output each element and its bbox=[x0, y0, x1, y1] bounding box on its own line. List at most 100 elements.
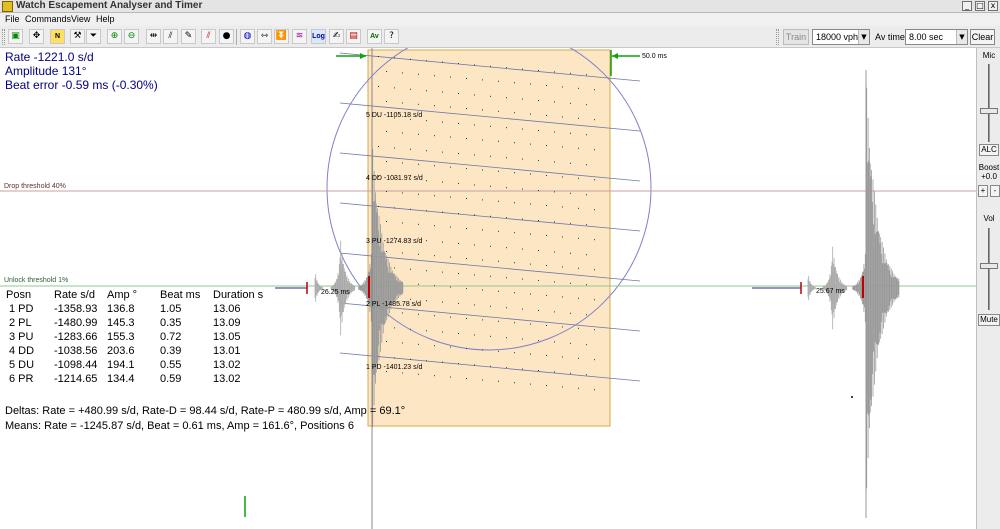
mic-slider[interactable] bbox=[988, 64, 990, 142]
trace-dot bbox=[434, 165, 435, 167]
drop-icon[interactable]: ● bbox=[219, 29, 234, 44]
pen-icon[interactable]: ✎ bbox=[181, 29, 196, 44]
trace-dot bbox=[442, 211, 443, 213]
record-icon[interactable]: ▣ bbox=[8, 29, 23, 44]
trace-dot bbox=[530, 323, 531, 325]
alc-button[interactable]: ALC bbox=[979, 144, 999, 156]
trace-dot bbox=[546, 265, 547, 266]
trace-dot bbox=[458, 153, 459, 154]
trace-dot bbox=[522, 218, 523, 220]
trace-dot bbox=[594, 359, 595, 361]
unlock-threshold-label: Unlock threshold 1% bbox=[4, 277, 69, 284]
header-beat: Beat ms bbox=[160, 289, 201, 301]
trace-dot bbox=[562, 236, 563, 238]
trace-dot bbox=[442, 181, 443, 183]
vph-select[interactable]: 18000 vph ▼ bbox=[812, 29, 870, 45]
trace-dot bbox=[554, 131, 555, 133]
slash-icon[interactable]: ⫽ bbox=[163, 29, 178, 44]
trace-dot bbox=[394, 207, 395, 209]
trace-dot bbox=[482, 319, 483, 321]
header-duration: Duration s bbox=[213, 289, 264, 301]
trace-dot bbox=[386, 101, 387, 102]
trace-dot bbox=[426, 270, 427, 272]
chart-icon[interactable]: ▤ bbox=[346, 29, 361, 44]
trace-dot bbox=[570, 102, 571, 104]
wrench-icon[interactable]: ⚒ bbox=[70, 29, 85, 44]
log-button[interactable]: Log bbox=[311, 29, 326, 44]
trace-dot bbox=[474, 244, 475, 246]
menu-help[interactable]: Help bbox=[96, 13, 115, 26]
av-button[interactable]: Av bbox=[367, 29, 382, 44]
filter-icon[interactable]: ⏷ bbox=[86, 29, 101, 44]
menu-commands[interactable]: Commands bbox=[25, 13, 71, 26]
table-cell: 0.72 bbox=[160, 331, 182, 343]
arrows-icon[interactable]: ⇿ bbox=[257, 29, 272, 44]
toolbar: ▣ ✥ N ⚒ ⏷ ⊕ ⊖ ⇹ ⫽ ✎ ⫽ ● ◍ ⇿ ⏬ ≋ Log ✍ ▤ … bbox=[0, 26, 1000, 48]
n-button[interactable]: N bbox=[50, 29, 65, 44]
edit-icon[interactable]: ✍ bbox=[329, 29, 344, 44]
trace-dot bbox=[434, 135, 435, 137]
move-icon[interactable]: ✥ bbox=[29, 29, 44, 44]
table-cell: 13.06 bbox=[213, 303, 241, 315]
trace-dot bbox=[562, 356, 563, 358]
funnel-icon[interactable]: ⏬ bbox=[274, 29, 289, 44]
mute-button[interactable]: Mute bbox=[978, 314, 1000, 326]
maximize-button[interactable]: □ bbox=[975, 1, 985, 11]
trace-dot bbox=[490, 155, 491, 157]
red-slash-icon[interactable]: ⫽ bbox=[201, 29, 216, 44]
trace-dot bbox=[474, 364, 475, 366]
avtime-select[interactable]: 8.00 sec ▼ bbox=[905, 29, 968, 45]
mic-slider-thumb[interactable] bbox=[980, 108, 998, 114]
trace-dot bbox=[498, 320, 499, 322]
globe-icon[interactable]: ◍ bbox=[240, 29, 255, 44]
close-button[interactable]: x bbox=[988, 1, 998, 11]
menu-view[interactable]: View bbox=[71, 13, 90, 26]
split-icon[interactable]: ⇹ bbox=[146, 29, 161, 44]
trace-dot bbox=[426, 210, 427, 212]
trace-dot bbox=[594, 269, 595, 271]
help-icon[interactable]: ? bbox=[384, 29, 399, 44]
vol-slider-thumb[interactable] bbox=[980, 263, 998, 269]
trace-dot bbox=[498, 200, 499, 202]
trace-dot bbox=[578, 267, 579, 269]
mic-label: Mic bbox=[982, 51, 996, 60]
trace-dot bbox=[402, 222, 403, 224]
trace-dot bbox=[402, 312, 403, 314]
trace-dot bbox=[578, 297, 579, 299]
clear-button[interactable]: Clear bbox=[970, 29, 995, 45]
trace-dot bbox=[538, 220, 539, 221]
trace-dot bbox=[474, 214, 475, 216]
trace-dot bbox=[570, 192, 571, 194]
trace-dot bbox=[506, 157, 507, 159]
trace-dot bbox=[410, 88, 411, 90]
table-cell: 13.09 bbox=[213, 317, 241, 329]
minimize-button[interactable]: _ bbox=[962, 1, 972, 11]
zoom-in-icon[interactable]: ⊕ bbox=[107, 29, 122, 44]
wave-icon[interactable]: ≋ bbox=[292, 29, 307, 44]
trace-dot bbox=[578, 177, 579, 179]
boost-plus-button[interactable]: + bbox=[978, 185, 988, 197]
header-posn: Posn bbox=[6, 289, 32, 301]
trace-dot bbox=[466, 228, 467, 229]
plot-area[interactable]: Rate -1221.0 s/d Amplitude 131° Beat err… bbox=[0, 48, 976, 529]
trace-dot bbox=[474, 154, 475, 156]
trace-dot bbox=[466, 318, 467, 319]
trace-dot bbox=[418, 253, 419, 255]
trace-dot bbox=[506, 337, 507, 339]
boost-minus-button[interactable]: - bbox=[990, 185, 1000, 197]
vol-slider[interactable] bbox=[988, 228, 990, 310]
trace-dot bbox=[538, 190, 539, 191]
train-button[interactable]: Train bbox=[783, 29, 809, 45]
trace-dot bbox=[466, 198, 467, 199]
menu-file[interactable]: File bbox=[5, 13, 20, 26]
trace-dot bbox=[498, 140, 499, 142]
table-cell: -1358.93 bbox=[54, 303, 98, 315]
trace-dot bbox=[466, 108, 467, 109]
table-cell: 1.05 bbox=[160, 303, 182, 315]
chevron-down-icon: ▼ bbox=[956, 30, 967, 44]
zoom-out-icon[interactable]: ⊖ bbox=[124, 29, 139, 44]
trace-dot bbox=[570, 252, 571, 254]
trace-dot bbox=[586, 194, 587, 196]
trace-dot bbox=[378, 86, 379, 87]
trace-dot bbox=[586, 104, 587, 106]
